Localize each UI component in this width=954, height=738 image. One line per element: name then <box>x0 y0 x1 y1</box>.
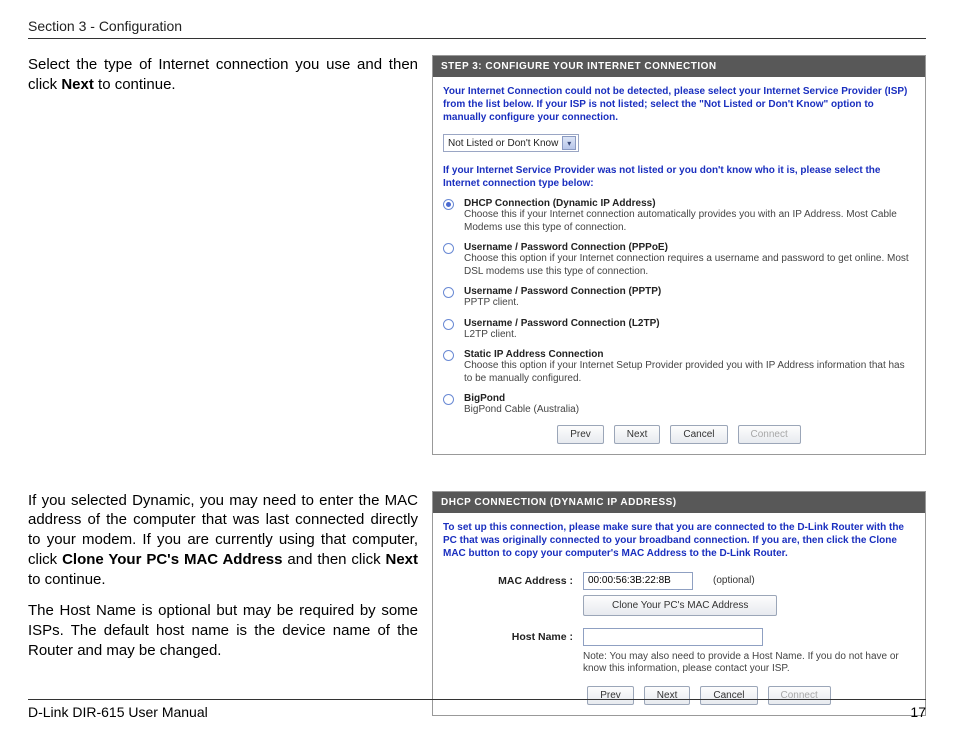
mac-label: MAC Address : <box>443 575 573 587</box>
text: to continue. <box>94 76 176 93</box>
cancel-button[interactable]: Cancel <box>670 425 727 444</box>
host-note: Note: You may also need to provide a Hos… <box>583 651 915 676</box>
mac-input[interactable] <box>583 572 693 590</box>
option-title: Username / Password Connection (PPTP) <box>464 286 915 297</box>
option-dhcp[interactable]: DHCP Connection (Dynamic IP Address) Cho… <box>443 198 915 234</box>
instruction-step3: Select the type of Internet connection y… <box>28 55 418 455</box>
option-pptp[interactable]: Username / Password Connection (PPTP) PP… <box>443 286 915 310</box>
chevron-down-icon: ▾ <box>562 136 576 150</box>
panel-intro: Your Internet Connection could not be de… <box>443 85 915 124</box>
option-pppoe[interactable]: Username / Password Connection (PPPoE) C… <box>443 242 915 278</box>
panel-step3: STEP 3: CONFIGURE YOUR INTERNET CONNECTI… <box>432 55 926 455</box>
isp-select-value: Not Listed or Don't Know <box>448 138 558 149</box>
page-footer: D-Link DIR-615 User Manual 17 <box>28 699 926 720</box>
option-desc: L2TP client. <box>464 329 915 342</box>
option-title: DHCP Connection (Dynamic IP Address) <box>464 198 915 209</box>
radio-icon[interactable] <box>443 394 454 405</box>
panel-title: STEP 3: CONFIGURE YOUR INTERNET CONNECTI… <box>433 56 925 77</box>
host-label: Host Name : <box>443 631 573 643</box>
footer-manual: D-Link DIR-615 User Manual <box>28 704 208 720</box>
option-static[interactable]: Static IP Address Connection Choose this… <box>443 349 915 385</box>
row-dhcp: If you selected Dynamic, you may need to… <box>28 491 926 716</box>
radio-icon[interactable] <box>443 319 454 330</box>
option-l2tp[interactable]: Username / Password Connection (L2TP) L2… <box>443 318 915 342</box>
panel-title: DHCP CONNECTION (DYNAMIC IP ADDRESS) <box>433 492 925 513</box>
text-hostname-info: The Host Name is optional but may be req… <box>28 601 418 660</box>
text: to continue. <box>28 571 106 588</box>
radio-icon[interactable] <box>443 287 454 298</box>
section-header: Section 3 - Configuration <box>28 18 926 39</box>
option-desc: Choose this option if your Internet Setu… <box>464 360 915 385</box>
instruction-dhcp: If you selected Dynamic, you may need to… <box>28 491 418 716</box>
clone-mac-button[interactable]: Clone Your PC's MAC Address <box>583 595 777 616</box>
panel-intro: To set up this connection, please make s… <box>443 521 915 560</box>
option-title: Static IP Address Connection <box>464 349 915 360</box>
isp-select[interactable]: Not Listed or Don't Know ▾ <box>443 134 579 152</box>
option-title: Username / Password Connection (L2TP) <box>464 318 915 329</box>
option-bigpond[interactable]: BigPond BigPond Cable (Australia) <box>443 393 915 417</box>
option-desc: BigPond Cable (Australia) <box>464 404 915 417</box>
option-desc: PPTP client. <box>464 297 915 310</box>
footer-page: 17 <box>910 704 926 720</box>
text-bold-next: Next <box>61 76 94 93</box>
radio-icon[interactable] <box>443 243 454 254</box>
text-bold-clone: Clone Your PC's MAC Address <box>62 551 282 568</box>
panel-dhcp: DHCP CONNECTION (DYNAMIC IP ADDRESS) To … <box>432 491 926 716</box>
connect-button: Connect <box>738 425 801 444</box>
radio-icon[interactable] <box>443 350 454 361</box>
option-title: BigPond <box>464 393 915 404</box>
radio-icon[interactable] <box>443 199 454 210</box>
option-desc: Choose this option if your Internet conn… <box>464 253 915 278</box>
mac-optional-hint: (optional) <box>713 575 755 586</box>
row-step3: Select the type of Internet connection y… <box>28 55 926 455</box>
option-title: Username / Password Connection (PPPoE) <box>464 242 915 253</box>
prev-button[interactable]: Prev <box>557 425 604 444</box>
next-button[interactable]: Next <box>614 425 661 444</box>
option-desc: Choose this if your Internet connection … <box>464 209 915 234</box>
panel-sub-intro: If your Internet Service Provider was no… <box>443 164 915 190</box>
host-input[interactable] <box>583 628 763 646</box>
text-bold-next: Next <box>385 551 418 568</box>
text: and then click <box>283 551 386 568</box>
